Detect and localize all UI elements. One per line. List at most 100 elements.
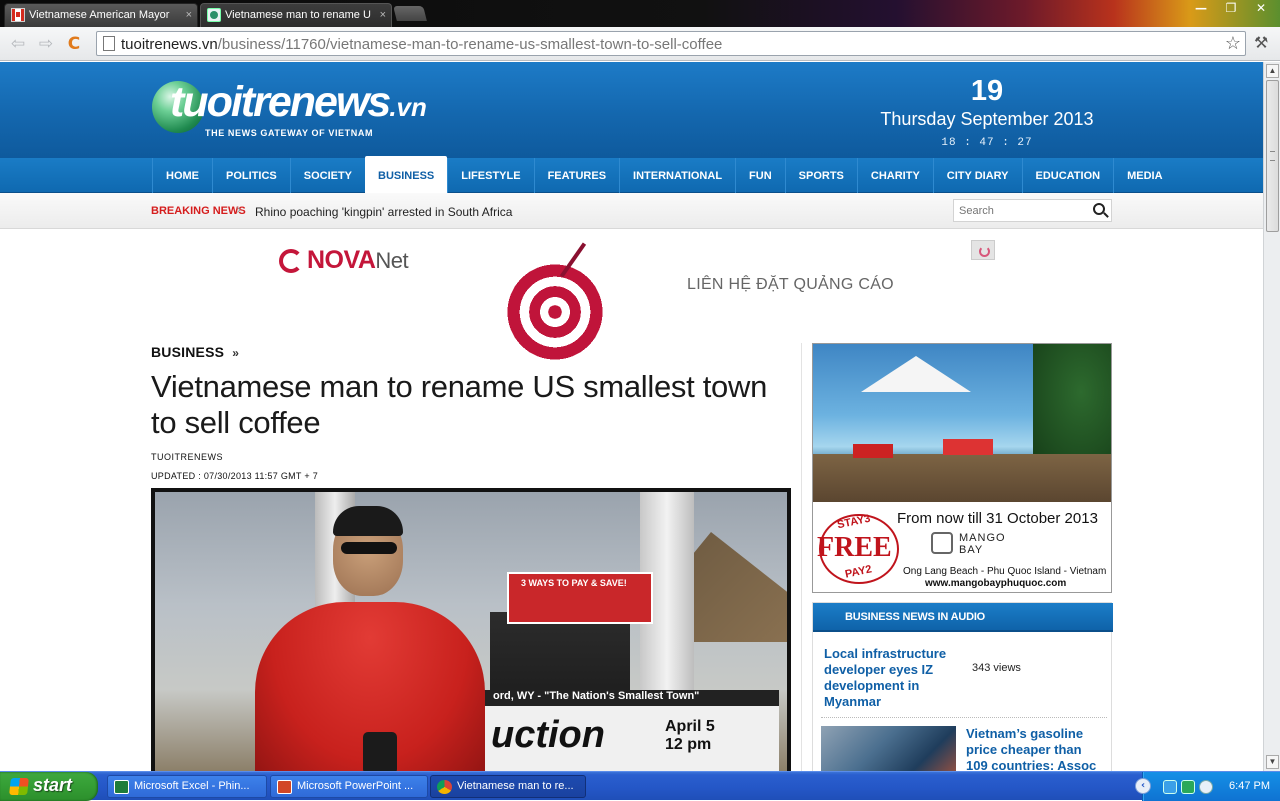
network-icon[interactable]: [1163, 780, 1177, 794]
nova-suffix: Net: [375, 248, 409, 273]
browser-tabstrip: Vietnamese American Mayor × Vietnamese m…: [0, 0, 1280, 27]
board-big-text: uction: [491, 714, 605, 756]
forward-button[interactable]: ⇨: [35, 34, 57, 54]
nav-city-diary[interactable]: CITY DIARY: [932, 158, 1022, 193]
new-tab-button[interactable]: [393, 6, 427, 21]
scroll-up-arrow-icon[interactable]: ▲: [1266, 64, 1279, 78]
nav-society[interactable]: SOCIETY: [289, 158, 365, 193]
ad-address: Ong Lang Beach - Phu Quoc Island - Vietn…: [903, 566, 1107, 577]
breaking-headline-link[interactable]: Rhino poaching 'kingpin' arrested in Sou…: [255, 205, 512, 219]
audio-item-views: 343 views: [972, 662, 1021, 674]
date-day: 19: [970, 75, 1004, 107]
site-logo[interactable]: tuoitrenews.vn: [170, 78, 427, 127]
article-title: Vietnamese man to rename US smallest tow…: [151, 369, 768, 440]
start-label: start: [33, 775, 73, 795]
tab-close-icon[interactable]: ×: [380, 4, 386, 26]
target-icon: [507, 264, 603, 360]
nav-charity[interactable]: CHARITY: [856, 158, 933, 193]
nova-brand: NOVA: [307, 246, 376, 274]
taskbar-chrome[interactable]: Vietnamese man to re...: [430, 775, 586, 798]
window-controls: — ❐ ✕: [1186, 0, 1276, 18]
ad-website: www.mangobayphuquoc.com: [925, 578, 1067, 589]
nav-fun[interactable]: FUN: [735, 158, 785, 193]
tab-title: Vietnamese American Mayor: [29, 9, 170, 21]
task-label: Vietnamese man to re...: [457, 780, 574, 792]
nav-education[interactable]: EDUCATION: [1021, 158, 1114, 193]
logo-tld: .vn: [389, 92, 427, 122]
nav-sports[interactable]: SPORTS: [784, 158, 857, 193]
breaking-news-bar: BREAKING NEWS › Rhino poaching 'kingpin'…: [0, 193, 1263, 229]
address-bar[interactable]: tuoitrenews.vn/business/11760/vietnamese…: [96, 31, 1246, 56]
article-updated: UPDATED : 07/30/2013 11:57 GMT + 7: [151, 471, 319, 481]
site-tagline: THE NEWS GATEWAY OF VIETNAM: [205, 128, 374, 138]
scroll-thumb[interactable]: [1266, 80, 1279, 232]
ad-trees: [1033, 344, 1111, 464]
nav-features[interactable]: FEATURES: [533, 158, 619, 193]
audio-heading: BUSINESS NEWS IN AUDIO: [845, 611, 986, 623]
ad-offer: From now till 31 October 2013: [897, 510, 1098, 527]
start-button[interactable]: start: [0, 772, 98, 801]
scroll-down-arrow-icon[interactable]: ▼: [1266, 755, 1279, 769]
nav-media[interactable]: MEDIA: [1113, 158, 1175, 193]
system-tray: ‹ 6:47 PM: [1135, 772, 1280, 801]
close-window-button[interactable]: ✕: [1246, 0, 1276, 16]
photo-person-glasses: [341, 542, 397, 554]
url-text[interactable]: tuoitrenews.vn/business/11760/vietnamese…: [121, 36, 722, 53]
board-date-day: April 5: [665, 718, 715, 735]
bookmark-star-icon[interactable]: ☆: [1225, 33, 1241, 54]
audio-item-thumbnail[interactable]: [821, 726, 956, 771]
nav-home[interactable]: HOME: [152, 158, 212, 193]
taskbar-excel[interactable]: Microsoft Excel - Phin...: [107, 775, 267, 798]
search-icon[interactable]: [1093, 203, 1105, 215]
ad-chair: [943, 439, 993, 455]
taskbar-powerpoint[interactable]: Microsoft PowerPoint ...: [270, 775, 428, 798]
nav-politics[interactable]: POLITICS: [212, 158, 290, 193]
section-label[interactable]: BUSINESS »: [151, 344, 239, 360]
page-viewport: tuoitrenews.vn THE NEWS GATEWAY OF VIETN…: [0, 62, 1263, 771]
tab-close-icon[interactable]: ×: [186, 4, 192, 26]
ad-brand-1: MANGO: [959, 532, 1006, 544]
top-ad-banner[interactable]: NOVANet LIÊN HỆ ĐẶT QUẢNG CÁO: [151, 236, 1112, 360]
audio-item-link[interactable]: Vietnam’s gasoline price cheaper than 10…: [966, 726, 1106, 771]
ad-chair-left: [853, 444, 893, 458]
tray-expand-icon[interactable]: ‹: [1135, 778, 1151, 794]
section-name: BUSINESS: [151, 344, 225, 360]
browser-toolbar: ⇦ ⇨ C tuoitrenews.vn/business/11760/viet…: [0, 27, 1280, 61]
reload-button[interactable]: C: [63, 34, 85, 54]
taskbar-clock[interactable]: 6:47 PM: [1229, 780, 1270, 792]
minimize-button[interactable]: —: [1186, 0, 1216, 16]
excel-icon: [114, 780, 129, 794]
windows-logo-icon: [9, 778, 29, 795]
nav-lifestyle[interactable]: LIFESTYLE: [447, 158, 533, 193]
ad-contact-text: LIÊN HỆ ĐẶT QUẢNG CÁO: [687, 276, 894, 293]
audio-divider: [821, 717, 1107, 718]
ad-deck: [813, 454, 1111, 502]
pump-sign-text: 3 WAYS TO PAY & SAVE!: [521, 578, 627, 588]
audio-item-link[interactable]: Local infrastructure developer eyes IZ d…: [824, 646, 954, 710]
ad-close-icon[interactable]: [971, 240, 995, 260]
globe-icon[interactable]: [1199, 780, 1213, 794]
mango-bay-logo-icon: [931, 532, 953, 554]
main-nav: HOME POLITICS SOCIETY BUSINESS LIFESTYLE…: [0, 156, 1263, 193]
nav-international[interactable]: INTERNATIONAL: [619, 158, 735, 193]
maximize-button[interactable]: ❐: [1216, 0, 1246, 16]
mango-bay-ad[interactable]: STAY3 FREE PAY2 From now till 31 October…: [812, 343, 1112, 593]
wrench-menu-icon[interactable]: ⚒: [1254, 33, 1270, 52]
tab-vietnamese-man-rename[interactable]: Vietnamese man to rename U ×: [200, 3, 392, 27]
url-host: tuoitrenews.vn: [121, 36, 218, 53]
tab-title: Vietnamese man to rename U: [225, 9, 371, 21]
breaking-news-label: BREAKING NEWS: [151, 205, 246, 217]
ad-brand: MANGO BAY: [959, 532, 1006, 556]
sidebar-divider: [801, 343, 802, 771]
tab-vietnamese-american-mayor[interactable]: Vietnamese American Mayor ×: [4, 3, 198, 27]
page-scrollbar[interactable]: ▲ ▼: [1263, 62, 1280, 771]
canada-flag-icon: [11, 8, 25, 22]
photo-camera: [363, 732, 397, 771]
clock-time: 18 : 47 : 27: [941, 137, 1033, 149]
search-input[interactable]: [959, 203, 1087, 219]
back-button[interactable]: ⇦: [7, 34, 29, 54]
security-icon[interactable]: [1181, 780, 1195, 794]
nav-business[interactable]: BUSINESS: [365, 156, 448, 193]
chrome-icon: [437, 780, 452, 794]
logo-wordmark: tuoitrenews: [170, 78, 391, 126]
